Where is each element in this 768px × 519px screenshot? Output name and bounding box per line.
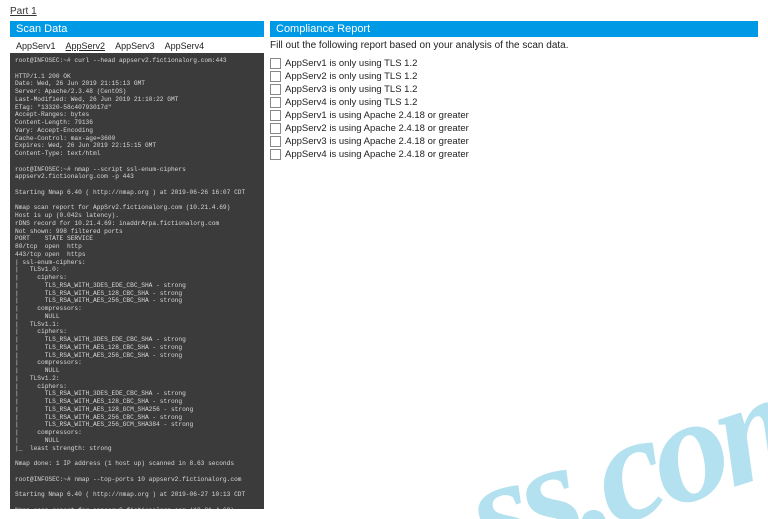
report-header: Compliance Report bbox=[270, 21, 758, 37]
checkbox-label: AppServ1 is only using TLS 1.2 bbox=[285, 58, 417, 69]
list-item: AppServ3 is only using TLS 1.2 bbox=[270, 83, 758, 96]
list-item: AppServ3 is using Apache 2.4.18 or great… bbox=[270, 135, 758, 148]
scan-header: Scan Data bbox=[10, 21, 264, 37]
list-item: AppServ2 is using Apache 2.4.18 or great… bbox=[270, 122, 758, 135]
part-label: Part 1 bbox=[10, 6, 758, 17]
checkbox-label: AppServ2 is using Apache 2.4.18 or great… bbox=[285, 123, 469, 134]
checkbox[interactable] bbox=[270, 136, 281, 147]
checkbox-label: AppServ3 is using Apache 2.4.18 or great… bbox=[285, 136, 469, 147]
checkbox-label: AppServ2 is only using TLS 1.2 bbox=[285, 71, 417, 82]
report-instruction: Fill out the following report based on y… bbox=[270, 37, 758, 57]
server-tabs: AppServ1 AppServ2 AppServ3 AppServ4 bbox=[10, 37, 264, 53]
report-panel: Compliance Report Fill out the following… bbox=[270, 21, 758, 509]
scan-panel: Scan Data AppServ1 AppServ2 AppServ3 App… bbox=[10, 21, 264, 509]
checkbox[interactable] bbox=[270, 149, 281, 160]
checkbox-label: AppServ3 is only using TLS 1.2 bbox=[285, 84, 417, 95]
tab-appserv3[interactable]: AppServ3 bbox=[115, 41, 155, 51]
list-item: AppServ4 is only using TLS 1.2 bbox=[270, 96, 758, 109]
checkbox-label: AppServ4 is only using TLS 1.2 bbox=[285, 97, 417, 108]
list-item: AppServ4 is using Apache 2.4.18 or great… bbox=[270, 148, 758, 161]
checkbox[interactable] bbox=[270, 97, 281, 108]
checkbox[interactable] bbox=[270, 110, 281, 121]
checkbox[interactable] bbox=[270, 84, 281, 95]
checkbox[interactable] bbox=[270, 71, 281, 82]
checkbox-label: AppServ1 is using Apache 2.4.18 or great… bbox=[285, 110, 469, 121]
list-item: AppServ2 is only using TLS 1.2 bbox=[270, 70, 758, 83]
tab-appserv4[interactable]: AppServ4 bbox=[165, 41, 205, 51]
tab-appserv1[interactable]: AppServ1 bbox=[16, 41, 56, 51]
terminal-output: root@INFOSEC:~# curl --head appserv2.fic… bbox=[10, 53, 264, 509]
list-item: AppServ1 is only using TLS 1.2 bbox=[270, 57, 758, 70]
checkbox[interactable] bbox=[270, 58, 281, 69]
list-item: AppServ1 is using Apache 2.4.18 or great… bbox=[270, 109, 758, 122]
checkbox[interactable] bbox=[270, 123, 281, 134]
tab-appserv2[interactable]: AppServ2 bbox=[66, 41, 106, 51]
checkbox-label: AppServ4 is using Apache 2.4.18 or great… bbox=[285, 149, 469, 160]
checklist: AppServ1 is only using TLS 1.2 AppServ2 … bbox=[270, 57, 758, 161]
